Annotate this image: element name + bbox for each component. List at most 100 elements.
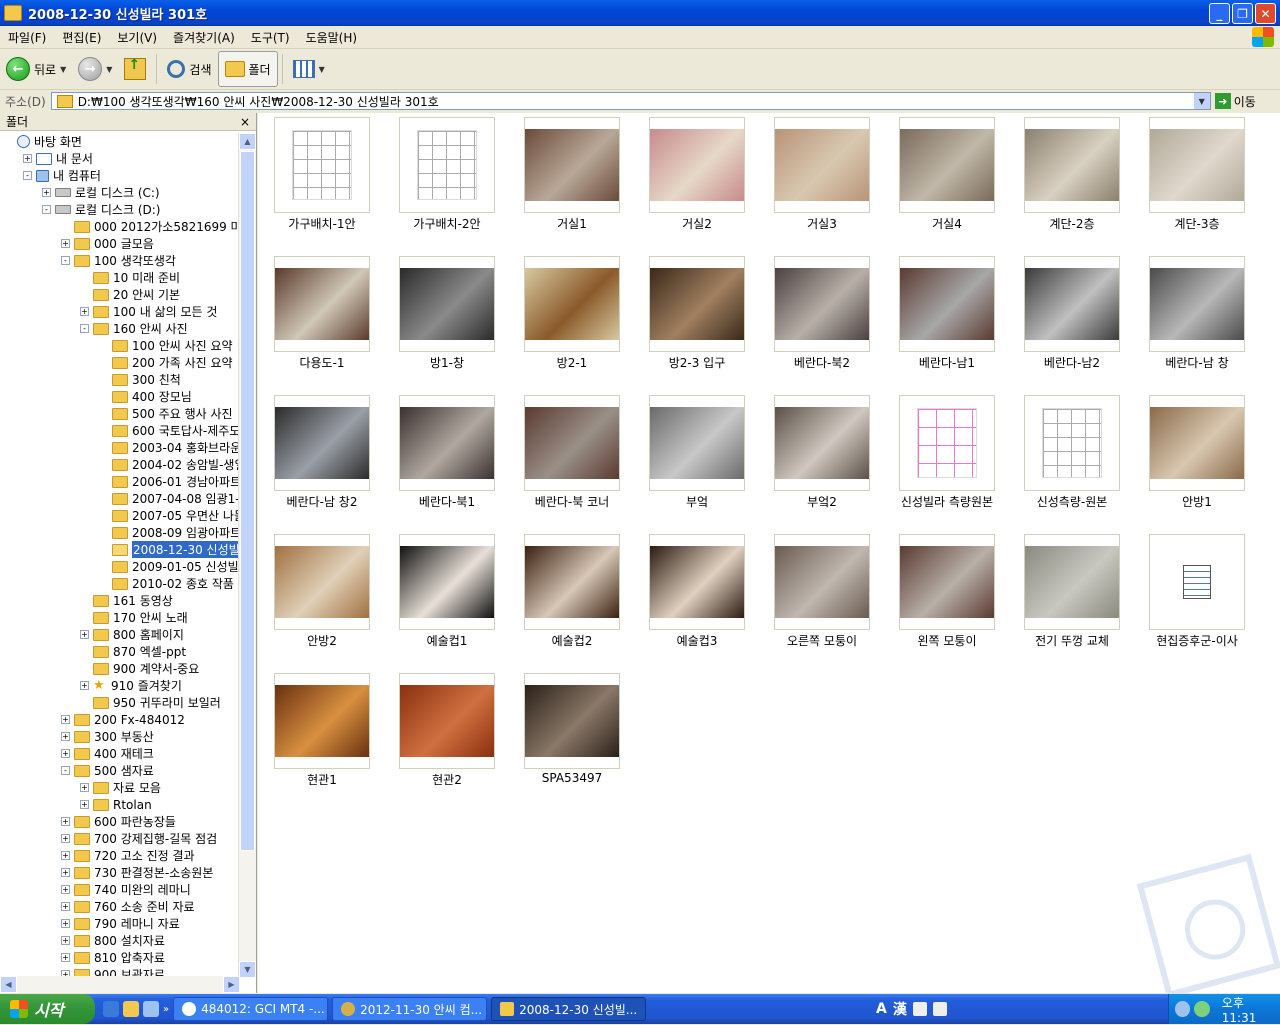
menu-view[interactable]: 보기(V) [109,29,165,46]
file-thumbnail[interactable]: 신성측량-원본 [1008,391,1128,525]
collapse-icon[interactable]: - [23,171,32,180]
menu-favorites[interactable]: 즐겨찾기(A) [165,29,243,46]
go-button[interactable]: ➜ 이동 [1214,93,1256,110]
tree-item[interactable]: 2006-01 경남아파트 시 [0,473,240,490]
tree-item[interactable]: 950 귀뚜라미 보일러 [0,694,240,711]
ime-help-icon[interactable] [932,1002,947,1016]
expand-icon[interactable]: + [61,732,70,741]
file-thumbnail[interactable]: 거실1 [508,113,628,247]
menu-tools[interactable]: 도구(T) [243,29,298,46]
tree-item[interactable]: 161 동영상 [0,592,240,609]
tree-item[interactable]: 900 계약서-중요 [0,660,240,677]
tree-item[interactable]: +200 Fx-484012 [0,711,240,728]
file-thumbnail[interactable]: 현관1 [258,669,378,803]
expand-icon[interactable]: + [80,681,89,690]
file-thumbnail[interactable]: 방1-창 [383,252,503,386]
close-button[interactable]: ✕ [1255,3,1276,24]
back-button[interactable]: ← 뒤로 ▼ [0,52,72,86]
tree-item[interactable]: +760 소송 준비 자료 [0,898,240,915]
tree-item[interactable]: +720 고소 진정 결과 [0,847,240,864]
address-path[interactable]: D:₩100 생각또생각₩160 안씨 사진₩2008-12-30 신성빌라 3… [78,93,439,110]
file-thumbnail[interactable]: 현집증후군-이사 [1133,530,1253,664]
tree-item[interactable]: 20 안씨 기본 [0,286,240,303]
file-thumbnail[interactable]: 다용도-1 [258,252,378,386]
file-thumbnail[interactable]: 안방2 [258,530,378,664]
explorer-icon[interactable] [123,1001,139,1017]
file-thumbnail[interactable]: 부엌 [633,391,753,525]
tree-item[interactable]: +810 압축자료 [0,949,240,966]
expand-icon[interactable]: + [61,239,70,248]
file-thumbnail[interactable]: 전기 뚜껑 교체 [1008,530,1128,664]
ime-hanja[interactable]: 漢 [893,999,907,1019]
ime-tool-icon[interactable] [912,1002,927,1016]
expand-icon[interactable]: + [80,783,89,792]
tree-item[interactable]: 500 주요 행사 사진 [0,405,240,422]
tree-item[interactable]: - 500 샘자료 [0,762,240,779]
file-thumbnail[interactable]: 베란다-남 창 [1133,252,1253,386]
file-thumbnail[interactable]: 베란다-북2 [758,252,878,386]
tree-item[interactable]: 400 장모님 [0,388,240,405]
vertical-scrollbar[interactable]: ▲ ▼ [238,133,256,978]
menu-file[interactable]: 파일(F) [0,29,54,46]
file-thumbnail[interactable]: 거실4 [883,113,1003,247]
file-thumbnail[interactable]: 예술컵2 [508,530,628,664]
expand-icon[interactable]: + [80,800,89,809]
expand-icon[interactable]: + [61,834,70,843]
file-thumbnail[interactable]: 거실2 [633,113,753,247]
tree-item[interactable]: +800 설치자료 [0,932,240,949]
tree-item[interactable]: 바탕 화면 [0,133,240,150]
expand-icon[interactable]: + [61,953,70,962]
tree-item[interactable]: +700 강제집행-길목 점검 [0,830,240,847]
collapse-icon[interactable]: - [61,766,70,775]
tree-item[interactable]: 200 가족 사진 요약 [0,354,240,371]
tree-item[interactable]: +300 부동산 [0,728,240,745]
maximize-button[interactable]: ❐ [1232,3,1253,24]
tree-item[interactable]: 000 2012가소5821699 마란드리 [0,218,240,235]
file-thumbnail[interactable]: 베란다-남 창2 [258,391,378,525]
taskbar-item[interactable]: 2012-11-30 안씨 컴... [332,997,488,1021]
expand-icon[interactable]: + [61,851,70,860]
file-thumbnail[interactable]: 베란다-북 코너 [508,391,628,525]
tree-item[interactable]: - 로컬 디스크 (D:) [0,201,240,218]
file-thumbnail[interactable]: 신성빌라 측량원본 [883,391,1003,525]
search-button[interactable]: 검색 [161,52,217,86]
tree-item[interactable]: 170 안씨 노래 [0,609,240,626]
tree-item[interactable]: 2008-09 임광아파트 [0,524,240,541]
scroll-right-icon[interactable]: ▶ [223,976,240,993]
taskbar-item-active[interactable]: 2008-12-30 신성빌... [491,997,647,1021]
menu-help[interactable]: 도움말(H) [298,29,366,46]
tray-expand-icon[interactable] [1175,1001,1191,1017]
tray-app-icon[interactable] [1194,1001,1210,1017]
address-field[interactable]: D:₩100 생각또생각₩160 안씨 사진₩2008-12-30 신성빌라 3… [50,92,1211,110]
tree-item[interactable]: 300 친척 [0,371,240,388]
collapse-icon[interactable]: - [80,324,89,333]
tree-item[interactable]: 2010-02 종호 작품 [0,575,240,592]
tree-item[interactable]: 600 국토답사-제주도 [0,422,240,439]
tree-item[interactable]: 2007-05 우면산 나들이 [0,507,240,524]
expand-icon[interactable]: + [80,307,89,316]
tree-item[interactable]: +730 판결정본-소송원본 [0,864,240,881]
file-thumbnail[interactable]: 부엌2 [758,391,878,525]
internet-explorer-icon[interactable] [103,1001,119,1017]
tree-item[interactable]: 2008-12-30 신성빌라 3 [0,541,240,558]
expand-icon[interactable]: + [61,868,70,877]
taskbar-item[interactable]: 484012: GCI MT4 -... [173,997,329,1021]
file-thumbnail[interactable]: 베란다-남2 [1008,252,1128,386]
file-thumbnail[interactable]: 방2-1 [508,252,628,386]
file-thumbnail[interactable]: 방2-3 입구 [633,252,753,386]
tree-item[interactable]: + 자료 모음 [0,779,240,796]
expand-icon[interactable]: + [23,154,32,163]
expand-icon[interactable]: + [61,919,70,928]
file-thumbnail[interactable]: 가구배치-2안 [383,113,503,247]
file-thumbnail[interactable]: 안방1 [1133,391,1253,525]
expand-icon[interactable]: + [61,749,70,758]
file-thumbnail[interactable]: 현관2 [383,669,503,803]
scroll-thumb[interactable] [240,151,255,851]
tree-item[interactable]: 2009-01-05 신성빌라 [0,558,240,575]
file-thumbnail[interactable]: 계단-3층 [1133,113,1253,247]
tree-item[interactable]: +600 파란농장들 [0,813,240,830]
ime-mode-a[interactable]: A [876,1001,887,1017]
file-thumbnail[interactable]: 계단-2층 [1008,113,1128,247]
file-thumbnail[interactable]: 거실3 [758,113,878,247]
file-thumbnail[interactable]: 베란다-북1 [383,391,503,525]
